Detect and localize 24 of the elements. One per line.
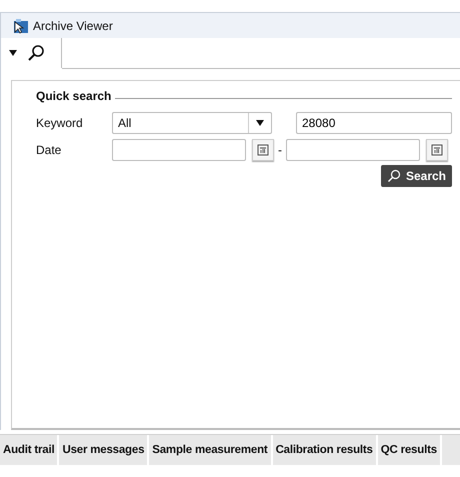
bottom-tab[interactable]: User messages [59, 435, 150, 465]
bottom-tab[interactable]: Audit trail [0, 435, 60, 465]
dropdown-caret-icon[interactable] [9, 50, 17, 56]
calendar-icon [431, 144, 443, 156]
calendar-button[interactable] [426, 139, 448, 161]
caret-icon [256, 120, 264, 126]
bottom-tab[interactable]: Sample measurement [149, 435, 273, 465]
bottom-tab[interactable]: Calibration results [272, 435, 378, 465]
bottom-tab[interactable]: QC results [378, 435, 442, 465]
search-icon [386, 169, 401, 183]
calendar-icon [257, 144, 269, 156]
field-label: Keyword [36, 116, 84, 130]
app-icon [13, 18, 29, 34]
field-label: Date [36, 143, 62, 157]
keyword-field[interactable]: 28080 [296, 112, 452, 134]
window-title: Archive Viewer [33, 18, 113, 32]
calendar-button[interactable] [252, 139, 274, 161]
section-title: Quick search [36, 89, 112, 103]
date-to-field[interactable] [286, 139, 420, 161]
date-from-field[interactable] [112, 139, 246, 161]
search-button[interactable]: Search [380, 165, 452, 187]
date-separator: - [277, 143, 283, 157]
keyword-dropdown[interactable]: All [112, 112, 272, 134]
search-icon [27, 44, 45, 62]
